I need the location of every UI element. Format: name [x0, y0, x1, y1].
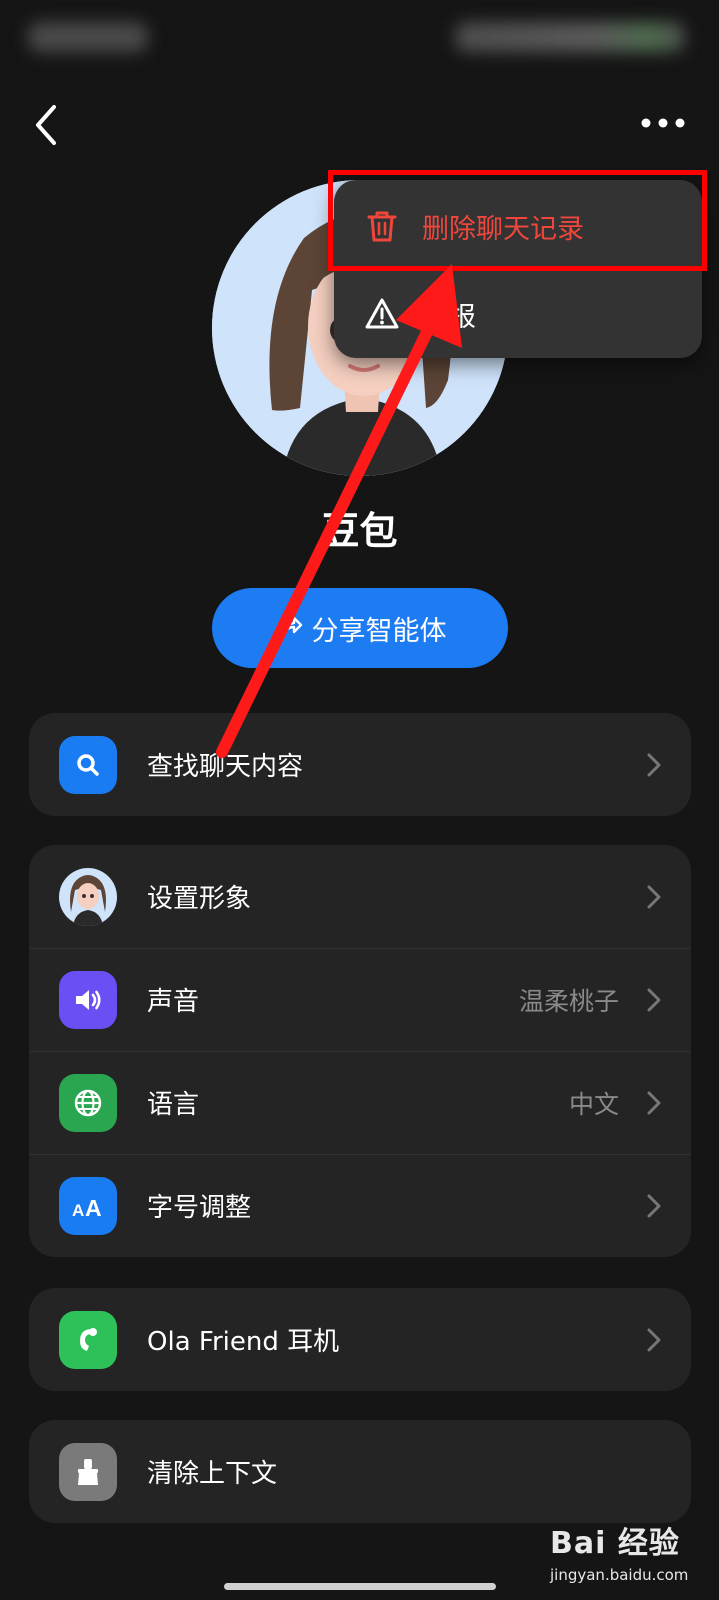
share-agent-button[interactable]: 分享智能体 [212, 588, 508, 668]
device-label: Ola Friend 耳机 [147, 1327, 340, 1357]
annotation-highlight-box [328, 170, 707, 271]
search-icon [59, 735, 117, 794]
search-card: 查找聊天内容 [29, 713, 691, 816]
home-indicator[interactable] [224, 1583, 496, 1590]
settings-card: 设置形象 声音 温柔桃子 语言 中文 AA 字号调整 [29, 845, 691, 1257]
status-bar [0, 0, 719, 80]
settings-label-appearance: 设置形象 [147, 884, 252, 914]
earphone-icon [59, 1310, 117, 1369]
settings-label-voice: 声音 [147, 987, 200, 1017]
back-button[interactable] [28, 100, 72, 150]
menu-label-report: 举报 [422, 301, 476, 333]
watermark-brand: Bai 经验 [550, 1526, 680, 1561]
baidu-jingyan-watermark: Bai 经验 jingyan.baidu.com [550, 1518, 710, 1592]
share-agent-label: 分享智能体 [311, 615, 447, 647]
device-card: Ola Friend 耳机 [29, 1288, 691, 1391]
broom-icon [59, 1442, 117, 1501]
settings-row-language[interactable]: 语言 中文 [29, 1051, 691, 1154]
more-button[interactable] [640, 108, 690, 138]
bot-name: 豆包 [321, 509, 398, 553]
svg-text:A: A [85, 1195, 102, 1221]
chevron-right-icon [647, 1091, 661, 1114]
settings-value-voice: 温柔桃子 [518, 986, 619, 1016]
chevron-right-icon [647, 1194, 661, 1217]
settings-row-appearance[interactable]: 设置形象 [29, 845, 691, 948]
settings-value-language: 中文 [568, 1089, 619, 1119]
settings-label-font-size: 字号调整 [147, 1193, 252, 1223]
warning-icon [365, 298, 399, 329]
settings-row-voice[interactable]: 声音 温柔桃子 [29, 948, 691, 1051]
settings-row-font-size[interactable]: AA 字号调整 [29, 1154, 691, 1257]
font-size-icon: AA [59, 1176, 117, 1235]
status-time-blurred [28, 22, 148, 52]
chevron-right-icon [647, 885, 661, 908]
chevron-right-icon [647, 988, 661, 1011]
chevron-right-icon [647, 753, 661, 776]
svg-text:A: A [72, 1201, 84, 1220]
search-chat-row[interactable]: 查找聊天内容 [29, 713, 691, 816]
search-chat-label: 查找聊天内容 [147, 752, 304, 782]
settings-label-language: 语言 [147, 1090, 200, 1120]
clear-context-label: 清除上下文 [147, 1459, 278, 1489]
share-icon [278, 616, 302, 639]
menu-item-report[interactable]: 举报 [334, 270, 702, 358]
clear-context-row[interactable]: 清除上下文 [29, 1420, 691, 1523]
chevron-right-icon [647, 1328, 661, 1351]
globe-icon [59, 1073, 117, 1132]
speaker-icon [59, 970, 117, 1029]
chevron-left-icon [36, 105, 56, 145]
clear-context-card: 清除上下文 [29, 1420, 691, 1523]
more-dots-icon [641, 118, 685, 128]
device-row[interactable]: Ola Friend 耳机 [29, 1288, 691, 1391]
avatar-icon [59, 867, 117, 926]
status-icons-blurred [455, 22, 685, 52]
watermark-url: jingyan.baidu.com [550, 1566, 689, 1584]
